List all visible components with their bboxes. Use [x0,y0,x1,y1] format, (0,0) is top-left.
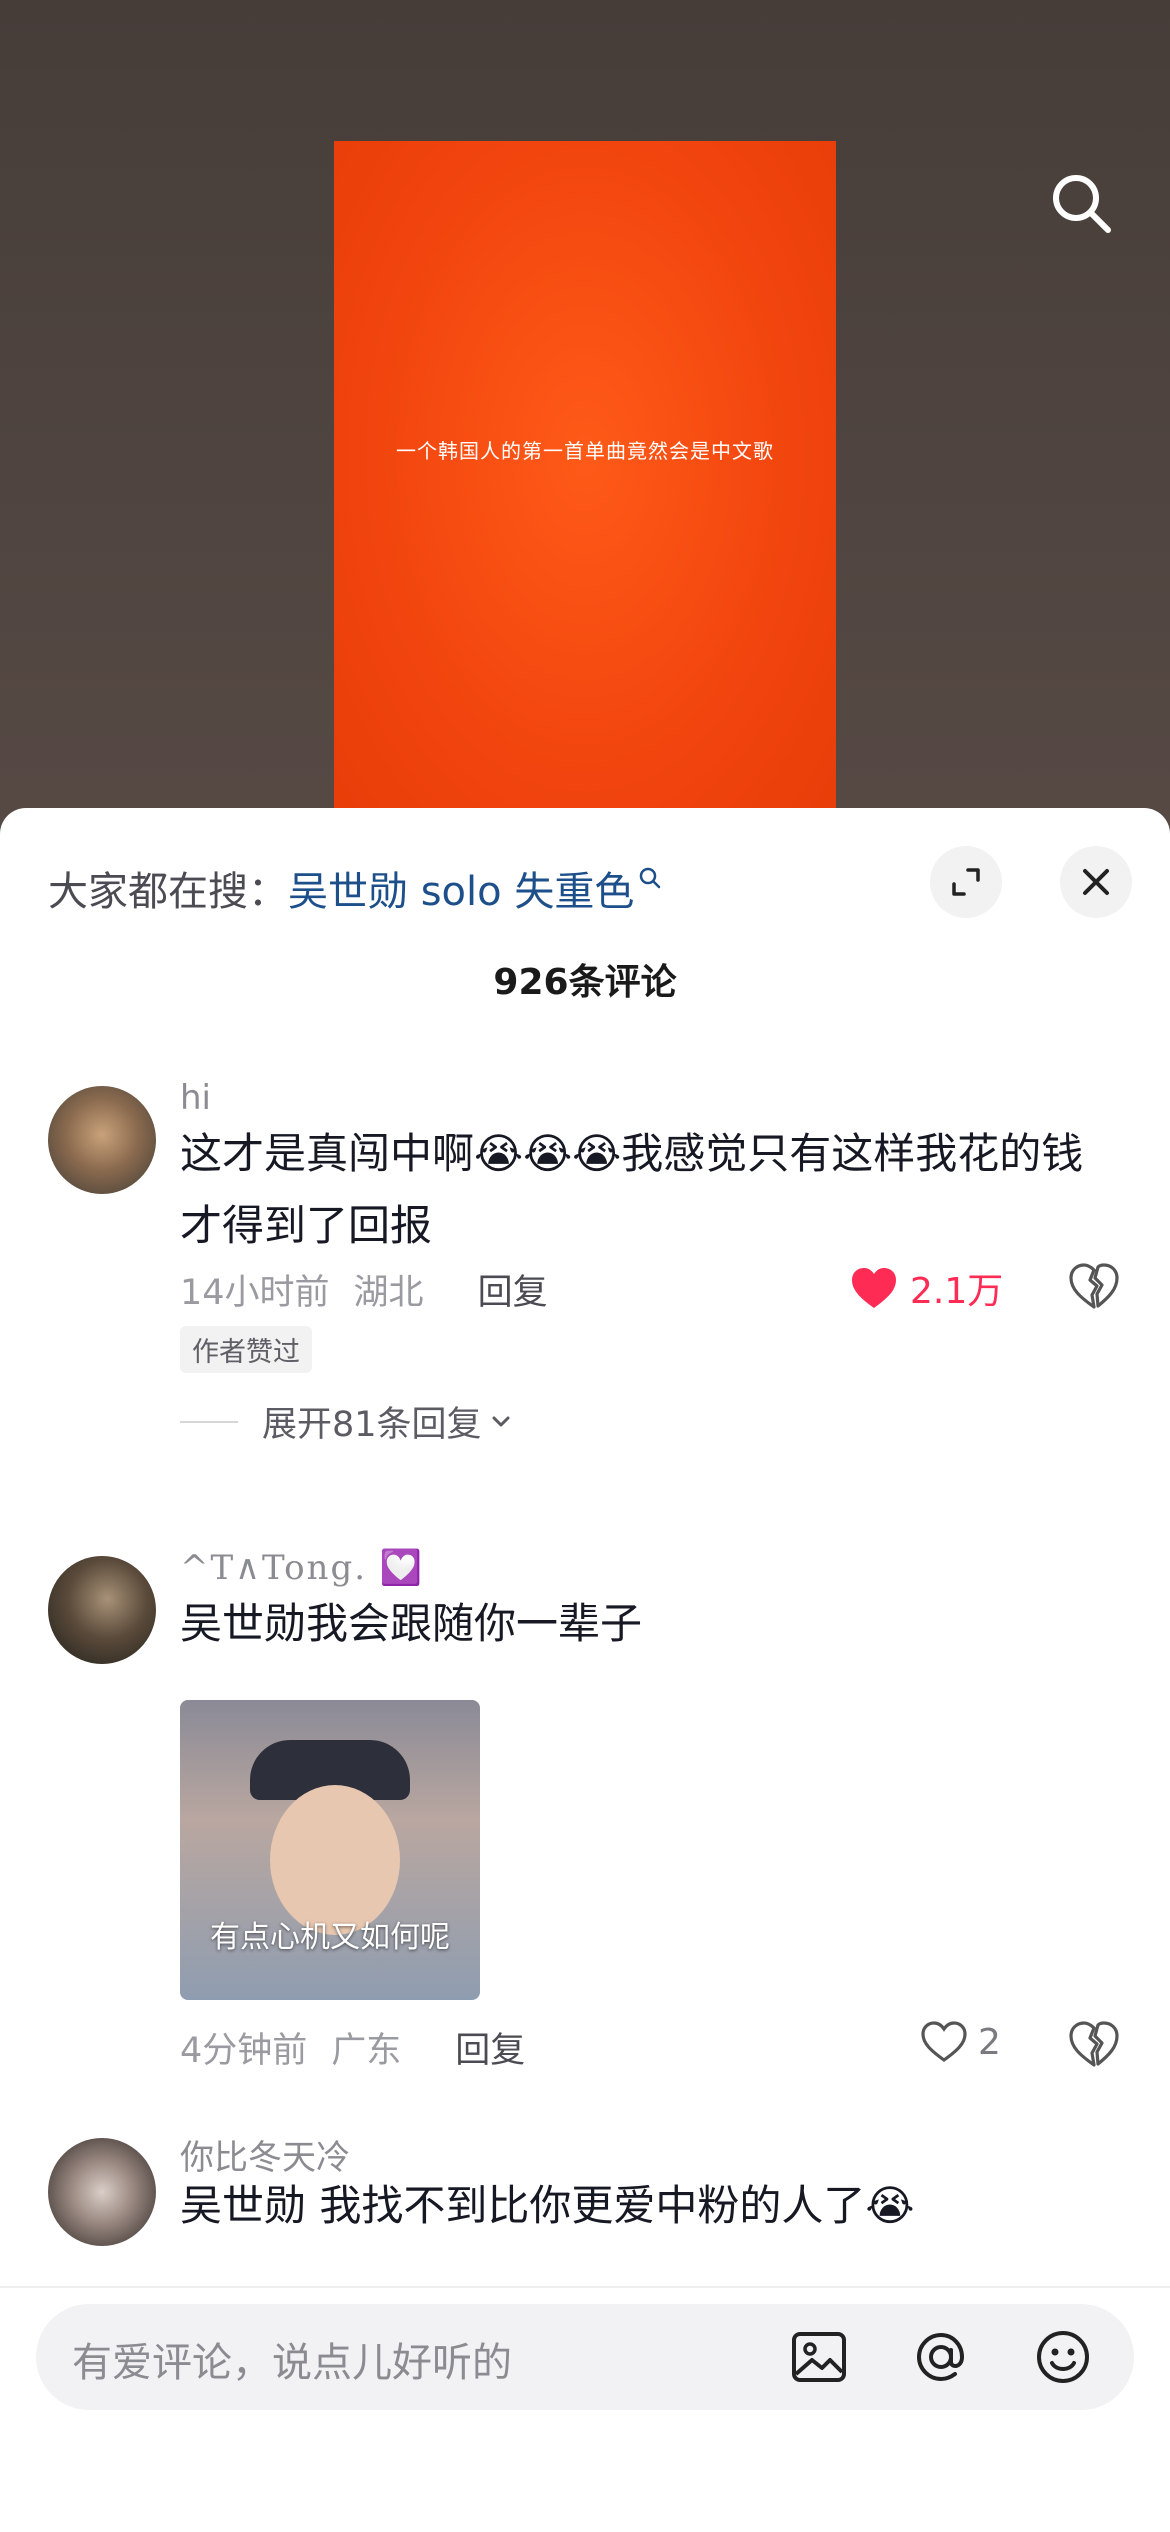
comment-input-bar[interactable]: 有爱评论，说点儿好听的 [36,2304,1134,2410]
image-button[interactable] [788,2326,850,2388]
at-icon [916,2332,965,2382]
like-button[interactable]: 2.1万 [850,1262,1003,1314]
search-icon [1053,175,1111,233]
heart-icon [852,1268,896,1308]
comment-time: 14小时前 [180,1273,330,1313]
comment-count-title: 926条评论 [493,962,677,1003]
hot-search-term[interactable]: 吴世勋 solo 失重色 [288,859,634,917]
comment-text: 吴世勋我会跟随你一辈子 [180,1599,643,1648]
avatar[interactable] [48,1556,156,1664]
chevron-down-icon [492,1416,510,1426]
broken-heart-icon [1069,1263,1119,1309]
reply-button[interactable]: 回复 [455,2022,525,2073]
comment-input-placeholder[interactable]: 有爱评论，说点儿好听的 [72,2330,512,2388]
comment-username[interactable]: ^T∧Tong. 💟 [180,1548,424,1588]
comment-location: 广东 [331,2031,402,2071]
comment-text: 这才是真闯中啊😭😭😭我感觉只有这样我花的钱才得到了回报 [180,1129,1084,1250]
broken-heart-icon [1069,2021,1119,2067]
comment-meta: 4分钟前 广东 回复 [180,2022,525,2073]
username-badge: 💟 [379,1548,425,1588]
video-frame: 一个韩国人的第一首单曲竟然会是中文歌 [334,141,836,841]
expand-button[interactable] [930,846,1002,918]
hot-search-row[interactable]: 大家都在搜： 吴世勋 solo 失重色 [48,858,662,918]
comment-meta: 14小时前 湖北 回复 [180,1264,548,1315]
like-count: 2 [978,2021,1001,2063]
comment-location: 湖北 [353,1273,424,1313]
emoji-icon [1037,2331,1089,2383]
comment-sheet: 大家都在搜： 吴世勋 solo 失重色 926条评论 hi 这才是真闯中啊😭😭😭… [0,808,1170,2532]
video-player[interactable]: 一个韩国人的第一首单曲竟然会是中文歌 [0,0,1170,860]
author-liked-tag: 作者赞过 [180,1326,312,1373]
comment-sticker-image[interactable]: 有点心机又如何呢 [180,1700,480,2000]
expand-replies-button[interactable]: 展开81条回复 [180,1396,514,1447]
comment-time: 4分钟前 [180,2031,308,2071]
heart-icon [921,2021,967,2062]
video-caption: 一个韩国人的第一首单曲竟然会是中文歌 [396,439,774,463]
search-button[interactable] [1046,168,1116,238]
close-icon [1083,869,1109,895]
dislike-button[interactable] [1068,2020,1124,2076]
expand-icon [952,868,980,896]
avatar[interactable] [48,1086,156,1194]
comment-username[interactable]: hi [180,1078,211,1118]
mention-button[interactable] [910,2326,972,2388]
hot-search-prefix: 大家都在搜： [48,869,288,915]
search-small-icon [638,866,662,910]
avatar[interactable] [48,2138,156,2246]
image-icon [792,2332,846,2382]
expand-replies-label: 展开81条回复 [262,1405,482,1445]
like-button[interactable]: 2 [920,2020,1001,2064]
input-divider [0,2286,1170,2288]
dislike-button[interactable] [1068,1262,1124,1318]
username-text: ^T∧Tong. [180,1548,368,1588]
close-button[interactable] [1060,846,1132,918]
comment-text: 吴世勋 我找不到比你更爱中粉的人了😭 [180,2181,915,2230]
like-count: 2.1万 [910,1271,1004,1312]
emoji-button[interactable] [1032,2326,1094,2388]
divider-dash [180,1420,238,1423]
sticker-caption: 有点心机又如何呢 [210,1920,450,1955]
reply-button[interactable]: 回复 [478,1264,548,1315]
